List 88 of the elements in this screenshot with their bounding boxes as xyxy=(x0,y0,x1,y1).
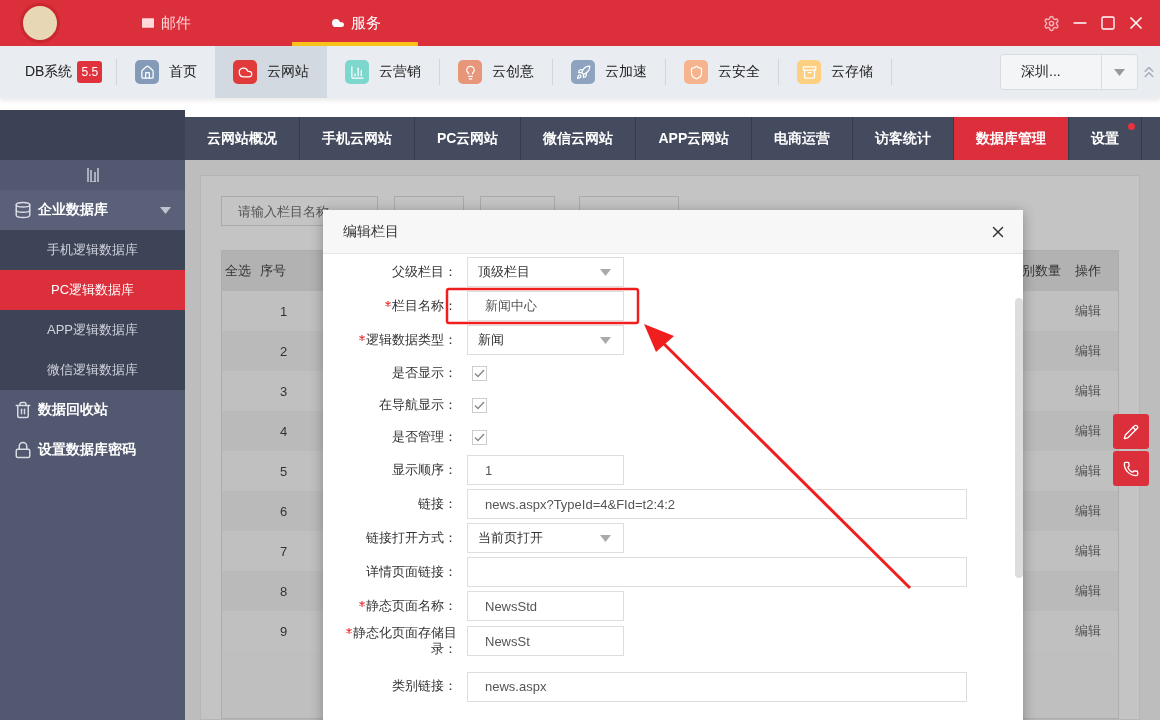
edit-link[interactable]: 编辑 xyxy=(1075,582,1101,600)
caret-icon xyxy=(1114,68,1125,76)
collapse-icon[interactable] xyxy=(86,168,99,182)
table-cell-text: 6 xyxy=(278,503,289,519)
table-cell-text: 9 xyxy=(278,623,289,639)
field-label: 是否显示： xyxy=(391,364,457,382)
pencil-icon xyxy=(1123,423,1139,440)
field-label: 链接： xyxy=(417,495,457,513)
input-field[interactable] xyxy=(467,557,967,587)
caret-icon xyxy=(600,534,611,542)
table-cell-text: 4 xyxy=(278,423,289,439)
select-field[interactable]: 顶级栏目 xyxy=(467,257,624,287)
phone-button[interactable] xyxy=(1113,451,1149,486)
toolbar-item[interactable]: 云安全 xyxy=(666,46,779,98)
product-name: DB系统 xyxy=(25,63,73,81)
column-header: 序号 xyxy=(259,262,287,280)
edit-link[interactable]: 编辑 xyxy=(1075,342,1101,360)
column-header: 别数量 xyxy=(1021,262,1062,280)
field-label: 链接打开方式： xyxy=(365,529,457,547)
field-label: 显示顺序： xyxy=(391,461,457,479)
table-cell-text: 2 xyxy=(278,343,289,359)
nav-tab[interactable]: 数据库管理 xyxy=(954,117,1070,160)
sidebar-subitem[interactable]: 微信逻辑数据库 xyxy=(0,350,185,390)
table-cell-text: 3 xyxy=(278,383,289,399)
field-label: 详情页面链接： xyxy=(365,563,457,581)
input-field[interactable]: news.aspx?TypeId=4&FId=t2:4:2 xyxy=(467,489,967,519)
required-icon xyxy=(359,600,365,607)
caret-icon xyxy=(600,268,611,276)
logo-avatar xyxy=(20,3,60,43)
column-header[interactable]: 全选 xyxy=(222,262,257,280)
table-cell-text: 8 xyxy=(278,583,289,599)
toolbar-item[interactable]: 云网站 xyxy=(215,46,328,98)
table-cell-text: 1 xyxy=(278,303,289,319)
edit-link[interactable]: 编辑 xyxy=(1075,462,1101,480)
toolbar-item[interactable]: 云存储 xyxy=(779,46,892,98)
version-badge: 5.5 xyxy=(77,61,103,83)
input-field[interactable]: NewsSt xyxy=(467,626,624,657)
column-header: 操作 xyxy=(1074,262,1102,280)
sidebar-subitem[interactable]: 手机逻辑数据库 xyxy=(0,230,185,270)
field-label: 逻辑数据类型： xyxy=(323,331,457,349)
input-field[interactable]: 新闻中心 xyxy=(467,291,624,321)
select-field[interactable]: 新闻 xyxy=(467,325,624,355)
edit-link[interactable]: 编辑 xyxy=(1075,622,1101,640)
field-label: 类别链接： xyxy=(391,678,457,695)
notification-dot xyxy=(1128,123,1136,130)
region-dropdown[interactable]: 深圳... xyxy=(1000,54,1138,90)
select-field[interactable]: 当前页打开 xyxy=(467,523,624,553)
title-tab[interactable]: 邮件 xyxy=(102,0,228,46)
caret-icon xyxy=(160,206,171,214)
edit-link[interactable]: 编辑 xyxy=(1075,382,1101,400)
lock-icon xyxy=(14,441,32,459)
scrollbar[interactable] xyxy=(1015,298,1023,578)
input-field[interactable]: news.aspx xyxy=(467,671,967,702)
required-icon xyxy=(346,628,352,634)
required-icon xyxy=(359,334,365,341)
toolbar-item[interactable]: 云加速 xyxy=(553,46,666,98)
maximize-icon[interactable] xyxy=(1100,15,1116,31)
sidebar-subitem[interactable]: APP逻辑数据库 xyxy=(0,310,185,350)
checkbox[interactable] xyxy=(472,397,487,413)
field-label: 静态化页面存储目录： xyxy=(323,625,457,658)
required-icon xyxy=(385,300,391,307)
mail-icon xyxy=(139,15,156,31)
toolbar-item[interactable]: 云创意 xyxy=(440,46,553,98)
phone-icon xyxy=(1123,460,1139,477)
sidebar-item[interactable]: 企业数据库 xyxy=(0,190,185,230)
database-icon xyxy=(14,201,32,219)
trash-icon xyxy=(14,401,32,419)
field-label: 父级栏目： xyxy=(391,263,457,281)
field-label: 在导航显示： xyxy=(378,396,457,414)
field-label: 静态页面名称： xyxy=(323,597,457,615)
field-label: 栏目名称： xyxy=(323,297,457,315)
table-cell-text: 7 xyxy=(278,543,289,559)
edit-link[interactable]: 编辑 xyxy=(1075,502,1101,520)
table-cell-text: 5 xyxy=(278,463,289,479)
input-field[interactable]: NewsStd xyxy=(467,591,624,621)
checkbox[interactable] xyxy=(472,365,487,381)
settings-icon[interactable] xyxy=(1043,14,1060,32)
edit-button[interactable] xyxy=(1113,414,1149,449)
sidebar-subitem[interactable]: PC逻辑数据库 xyxy=(0,270,185,310)
checkbox[interactable] xyxy=(472,429,487,445)
caret-icon xyxy=(600,336,611,344)
field-label: 是否管理： xyxy=(391,428,457,446)
toolbar-item[interactable]: 首页 xyxy=(117,46,216,98)
edit-link[interactable]: 编辑 xyxy=(1075,542,1101,560)
input-field[interactable]: 1 xyxy=(467,455,624,485)
edit-link[interactable]: 编辑 xyxy=(1075,422,1101,440)
toolbar-item[interactable]: 云营销 xyxy=(327,46,440,98)
edit-link[interactable]: 编辑 xyxy=(1075,302,1101,320)
